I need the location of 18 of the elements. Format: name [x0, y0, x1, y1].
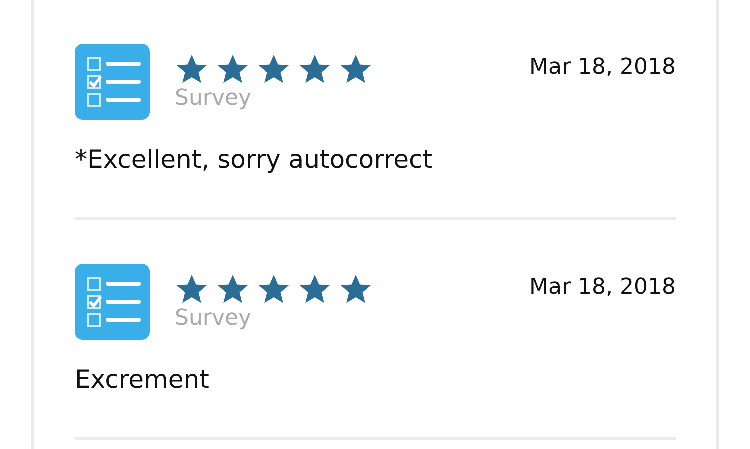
review-source: Survey — [175, 306, 253, 332]
review-source: Survey — [175, 86, 253, 112]
star-icon — [175, 274, 209, 304]
checklist-icon — [75, 264, 150, 340]
star-icon — [216, 274, 250, 304]
review-date: Mar 18, 2018 — [530, 275, 676, 301]
star-icon — [339, 274, 373, 304]
review-text: *Excellent, sorry autocorrect — [75, 145, 434, 175]
checklist-icon — [75, 44, 150, 120]
star-icon — [339, 54, 373, 84]
star-icon — [257, 274, 291, 304]
star-icon — [175, 54, 209, 84]
review-text: Excrement — [75, 365, 210, 395]
star-icon — [298, 54, 332, 84]
review-date: Mar 18, 2018 — [530, 55, 676, 81]
star-icon — [257, 54, 291, 84]
star-icon — [298, 274, 332, 304]
star-icon — [216, 54, 250, 84]
